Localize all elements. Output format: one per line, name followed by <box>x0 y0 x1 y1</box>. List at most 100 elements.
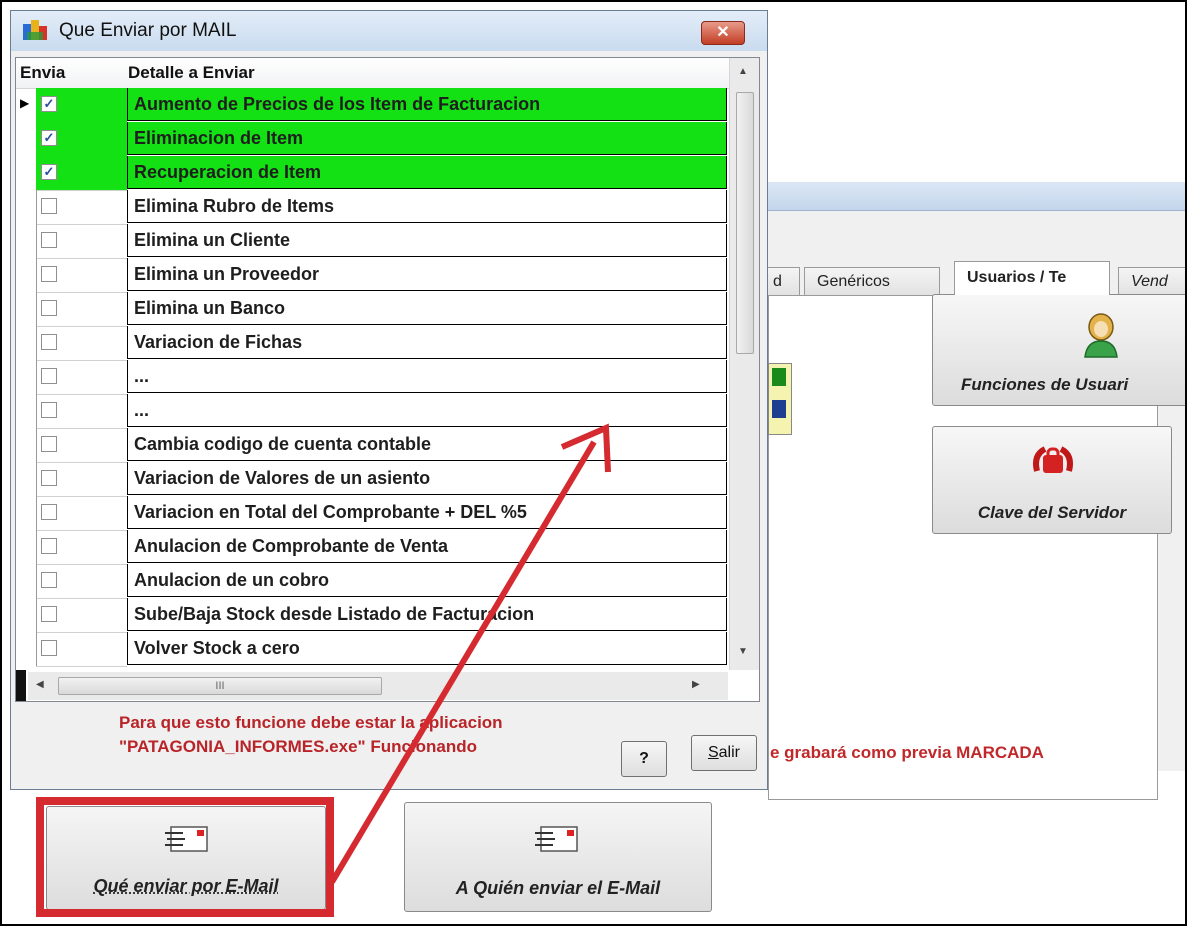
info-note: Para que esto funcione debe estar la apl… <box>119 713 503 756</box>
dialog-title: Que Enviar por MAIL <box>59 20 237 41</box>
detalle-cell[interactable]: Elimina un Proveedor <box>127 258 727 291</box>
envia-checkbox[interactable]: ✓ <box>41 164 57 180</box>
detalle-cell[interactable]: Variacion de Valores de un asiento <box>127 462 727 495</box>
row-selector[interactable] <box>16 326 37 360</box>
envia-checkbox[interactable] <box>41 334 57 350</box>
tab-usuarios[interactable]: Usuarios / Te <box>954 261 1110 295</box>
scroll-down-icon[interactable]: ▼ <box>738 646 748 657</box>
table-row[interactable]: Volver Stock a cero <box>16 632 728 667</box>
table-row[interactable]: Variacion de Valores de un asiento <box>16 462 728 497</box>
salir-button[interactable]: Salir <box>691 735 757 771</box>
envia-checkbox[interactable] <box>41 436 57 452</box>
table-row[interactable]: Anulacion de Comprobante de Venta <box>16 530 728 565</box>
row-selector[interactable] <box>16 122 37 156</box>
screenshot-frame: d Genéricos Usuarios / Te Vend Funciones… <box>0 0 1187 926</box>
row-selector[interactable] <box>16 530 37 564</box>
tab-vend[interactable]: Vend <box>1118 267 1185 295</box>
row-selector[interactable] <box>16 156 37 190</box>
clave-servidor-button[interactable]: Clave del Servidor <box>932 426 1172 534</box>
detalle-cell[interactable]: Elimina un Cliente <box>127 224 727 257</box>
vertical-scrollbar[interactable]: ▲ ▼ <box>729 58 759 670</box>
row-selector[interactable] <box>16 598 37 632</box>
envia-checkbox[interactable] <box>41 640 57 656</box>
horizontal-scroll-thumb[interactable]: III <box>58 677 382 695</box>
scroll-left-icon[interactable]: ◀ <box>36 679 44 690</box>
table-row[interactable]: Elimina un Cliente <box>16 224 728 259</box>
row-selector[interactable] <box>16 190 37 224</box>
envia-checkbox[interactable] <box>41 232 57 248</box>
row-selector[interactable]: ▶ <box>16 88 37 122</box>
table-row[interactable]: Elimina un Banco <box>16 292 728 327</box>
detalle-cell[interactable]: Elimina Rubro de Items <box>127 190 727 223</box>
tab-genericos[interactable]: Genéricos <box>804 267 940 295</box>
tab-genericos-label: Genéricos <box>817 273 890 290</box>
dialog-titlebar[interactable]: Que Enviar por MAIL ✕ <box>11 11 767 51</box>
detalle-cell[interactable]: Cambia codigo de cuenta contable <box>127 428 727 461</box>
row-selector[interactable] <box>16 360 37 394</box>
row-selector[interactable] <box>16 564 37 598</box>
vertical-scroll-thumb[interactable] <box>736 92 754 354</box>
table-row[interactable]: ▶ ✓ Aumento de Precios de los Item de Fact… <box>16 88 728 123</box>
table-row[interactable]: ... <box>16 394 728 429</box>
envia-checkbox[interactable] <box>41 266 57 282</box>
marcada-message: e grabará como previa MARCADA <box>770 743 1044 762</box>
table-row[interactable]: ... <box>16 360 728 395</box>
row-selector[interactable] <box>16 258 37 292</box>
detalle-cell[interactable]: Variacion de Fichas <box>127 326 727 359</box>
detalle-cell[interactable]: Volver Stock a cero <box>127 632 727 665</box>
table-row[interactable]: Anulacion de un cobro <box>16 564 728 599</box>
partial-indicator-blue <box>772 400 786 418</box>
table-row[interactable]: Variacion de Fichas <box>16 326 728 361</box>
tab-partial[interactable]: d <box>764 267 800 295</box>
table-row[interactable]: Variacion en Total del Comprobante + DEL… <box>16 496 728 531</box>
envia-checkbox[interactable] <box>41 470 57 486</box>
server-key-icon <box>1033 446 1073 473</box>
funciones-usuario-button[interactable]: Funciones de Usuari <box>932 294 1185 406</box>
detalle-cell[interactable]: Aumento de Precios de los Item de Factur… <box>127 88 727 121</box>
row-selector[interactable] <box>16 632 37 666</box>
detalle-cell[interactable]: Variacion en Total del Comprobante + DEL… <box>127 496 727 529</box>
envia-checkbox[interactable] <box>41 504 57 520</box>
detalle-cell[interactable]: Sube/Baja Stock desde Listado de Factura… <box>127 598 727 631</box>
envia-checkbox[interactable] <box>41 572 57 588</box>
envia-checkbox[interactable] <box>41 198 57 214</box>
detalle-cell[interactable]: Elimina un Banco <box>127 292 727 325</box>
close-button[interactable]: ✕ <box>701 21 745 45</box>
row-selector[interactable] <box>16 292 37 326</box>
detalle-cell[interactable]: ... <box>127 360 727 393</box>
detalle-cell[interactable]: Recuperacion de Item <box>127 156 727 189</box>
envia-checkbox[interactable]: ✓ <box>41 130 57 146</box>
a-quien-enviar-button[interactable]: A Quién enviar el E-Mail <box>404 802 712 912</box>
table-row[interactable]: Cambia codigo de cuenta contable <box>16 428 728 463</box>
detalle-cell[interactable]: Anulacion de un cobro <box>127 564 727 597</box>
envia-checkbox[interactable] <box>41 538 57 554</box>
background-window-titlebar <box>768 182 1185 211</box>
envia-checkbox[interactable] <box>41 606 57 622</box>
horizontal-scrollbar[interactable]: ◀ III ▶ <box>28 672 728 700</box>
row-selector[interactable] <box>16 496 37 530</box>
column-header-detalle[interactable]: Detalle a Enviar <box>128 63 255 83</box>
table-row[interactable]: ✓ Eliminacion de Item <box>16 122 728 157</box>
scroll-right-icon[interactable]: ▶ <box>692 679 700 690</box>
row-selector[interactable] <box>16 224 37 258</box>
row-selector[interactable] <box>16 394 37 428</box>
table-row[interactable]: ✓ Recuperacion de Item <box>16 156 728 191</box>
row-selector[interactable] <box>16 462 37 496</box>
detalle-cell[interactable]: Anulacion de Comprobante de Venta <box>127 530 727 563</box>
envia-checkbox[interactable] <box>41 368 57 384</box>
help-button[interactable]: ? <box>621 741 667 777</box>
envia-checkbox[interactable] <box>41 300 57 316</box>
scroll-up-icon[interactable]: ▲ <box>738 66 748 77</box>
envia-checkbox[interactable] <box>41 402 57 418</box>
partial-panel <box>768 363 792 435</box>
row-selector[interactable] <box>16 428 37 462</box>
table-row[interactable]: Sube/Baja Stock desde Listado de Factura… <box>16 598 728 633</box>
table-row[interactable]: Elimina Rubro de Items <box>16 190 728 225</box>
detalle-cell[interactable]: ... <box>127 394 727 427</box>
salir-label-underline: S <box>707 744 719 761</box>
column-header-envia[interactable]: Envia <box>20 63 65 83</box>
detalle-cell[interactable]: Eliminacion de Item <box>127 122 727 155</box>
current-row-icon: ▶ <box>20 96 30 110</box>
table-row[interactable]: Elimina un Proveedor <box>16 258 728 293</box>
envia-checkbox[interactable]: ✓ <box>41 96 57 112</box>
